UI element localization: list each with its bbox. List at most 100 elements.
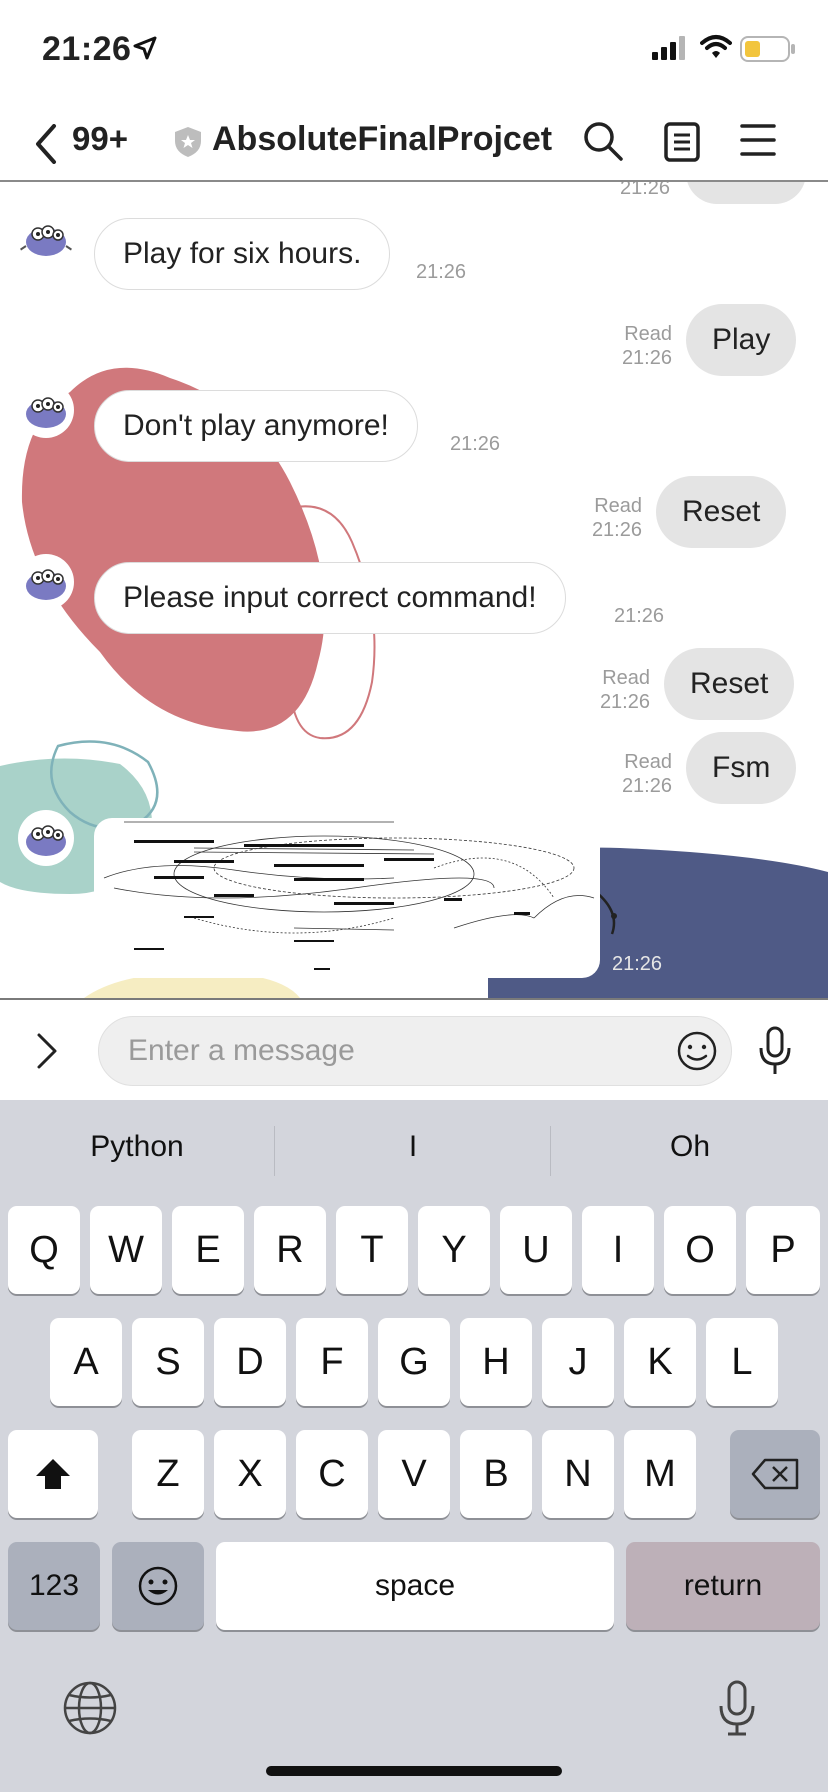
message-text: Don't play anymore! — [123, 409, 389, 442]
key-i[interactable]: I — [582, 1206, 654, 1294]
key-b[interactable]: B — [460, 1430, 532, 1518]
emoji-icon[interactable] — [676, 1030, 718, 1072]
key-h[interactable]: H — [460, 1318, 532, 1406]
message-time: 21:26 — [621, 775, 672, 797]
avatar[interactable] — [18, 810, 74, 866]
key-g[interactable]: G — [378, 1318, 450, 1406]
wifi-icon — [700, 35, 732, 58]
key-u[interactable]: U — [500, 1206, 572, 1294]
key-j[interactable]: J — [542, 1318, 614, 1406]
fsm-diagram-image[interactable] — [94, 818, 600, 978]
key-v[interactable]: V — [378, 1430, 450, 1518]
unread-count[interactable]: 99+ — [72, 120, 128, 158]
suggestion-python[interactable]: Python — [0, 1130, 274, 1164]
message-text: Play for six hours. — [123, 237, 362, 270]
message-text: Play — [712, 323, 771, 356]
key-q[interactable]: Q — [8, 1206, 80, 1294]
back-chevron-icon[interactable] — [34, 124, 58, 164]
key-e[interactable]: E — [172, 1206, 244, 1294]
message-bubble-incoming[interactable]: Play for six hours. — [94, 218, 391, 290]
status-time: 21:26 — [42, 30, 132, 68]
key-a[interactable]: A — [50, 1318, 122, 1406]
backspace-key[interactable] — [730, 1430, 820, 1518]
key-l[interactable]: L — [706, 1318, 778, 1406]
key-r[interactable]: R — [254, 1206, 326, 1294]
suggestion-divider — [274, 1126, 275, 1176]
message-time: 21:26 — [591, 519, 642, 541]
key-k[interactable]: K — [624, 1318, 696, 1406]
globe-icon[interactable] — [62, 1680, 118, 1736]
message-bubble-outgoing[interactable]: Reset — [664, 648, 795, 720]
battery-icon — [740, 36, 795, 62]
key-p[interactable]: P — [746, 1206, 820, 1294]
message-bubble-outgoing[interactable]: Play — [686, 304, 797, 376]
message-text: Fsm — [712, 751, 771, 784]
expand-chevron-icon[interactable] — [36, 1032, 58, 1070]
message-time: 21:26 — [416, 261, 467, 283]
location-arrow-icon — [133, 36, 157, 60]
read-label: Read — [602, 667, 650, 689]
message-bubble-outgoing[interactable]: Reset — [656, 476, 787, 548]
message-time: 21:26 — [621, 347, 672, 369]
suggestion-oh[interactable]: Oh — [552, 1130, 828, 1164]
message-bubble-incoming[interactable]: Don't play anymore! — [94, 390, 418, 462]
return-key[interactable]: return — [626, 1542, 820, 1630]
message-text: Please input correct command! — [123, 581, 537, 614]
key-z[interactable]: Z — [132, 1430, 204, 1518]
shift-key[interactable] — [8, 1430, 98, 1518]
key-t[interactable]: T — [336, 1206, 408, 1294]
key-c[interactable]: C — [296, 1430, 368, 1518]
emoji-key[interactable] — [112, 1542, 204, 1630]
read-receipt: Read 21:26 — [578, 666, 650, 714]
numbers-key[interactable]: 123 — [8, 1542, 100, 1630]
bot-avatar-icon — [19, 225, 73, 256]
space-key[interactable]: space — [216, 1542, 614, 1630]
message-time: 21:26 — [620, 182, 671, 199]
message-bubble-outgoing[interactable]: Fsm — [686, 732, 797, 804]
suggestion-i[interactable]: I — [276, 1130, 550, 1164]
chat-header: 99+ AbsoluteFinalProjcet — [0, 100, 828, 182]
emoji-icon — [138, 1566, 178, 1606]
key-n[interactable]: N — [542, 1430, 614, 1518]
diagram-graphic — [103, 821, 595, 970]
home-indicator — [266, 1766, 562, 1776]
key-m[interactable]: M — [624, 1430, 696, 1518]
read-label: Read — [624, 323, 672, 345]
keyboard: Python I Oh Q W E R T Y U I O P A S D F … — [0, 1100, 828, 1792]
bot-avatar-icon — [26, 569, 66, 600]
message-input-bar: Enter a message — [0, 998, 828, 1100]
key-y[interactable]: Y — [418, 1206, 490, 1294]
suggestion-divider — [550, 1126, 551, 1176]
key-w[interactable]: W — [90, 1206, 162, 1294]
key-x[interactable]: X — [214, 1430, 286, 1518]
message-time: 21:26 — [612, 953, 663, 975]
menu-icon[interactable] — [740, 122, 776, 158]
shift-icon — [36, 1459, 70, 1489]
microphone-icon[interactable] — [756, 1026, 794, 1076]
read-receipt: Read 21:26 — [570, 494, 642, 542]
chat-area[interactable]: 21:26 Play for six hours. 21:26 Read 21:… — [0, 182, 828, 998]
key-o[interactable]: O — [664, 1206, 736, 1294]
shield-icon — [175, 127, 201, 157]
chat-title: AbsoluteFinalProjcet — [212, 120, 553, 158]
avatar[interactable] — [18, 554, 74, 610]
key-d[interactable]: D — [214, 1318, 286, 1406]
search-icon[interactable] — [582, 120, 624, 162]
bot-avatar-icon — [26, 397, 66, 428]
message-time: 21:26 — [599, 691, 650, 713]
key-f[interactable]: F — [296, 1318, 368, 1406]
backspace-icon — [751, 1458, 799, 1490]
microphone-icon[interactable] — [716, 1680, 758, 1736]
status-bar: 21:26 — [0, 0, 828, 100]
message-text: Reset — [682, 495, 761, 528]
bot-avatar-icon — [26, 825, 66, 856]
notes-icon[interactable] — [664, 122, 700, 162]
avatar[interactable] — [18, 382, 74, 438]
signal-icon — [652, 36, 685, 60]
message-text: Reset — [690, 667, 769, 700]
message-bubble-incoming[interactable]: Please input correct command! — [94, 562, 566, 634]
key-s[interactable]: S — [132, 1318, 204, 1406]
avatar[interactable] — [18, 210, 74, 266]
read-label: Read — [594, 495, 642, 517]
read-label: Read — [624, 751, 672, 773]
